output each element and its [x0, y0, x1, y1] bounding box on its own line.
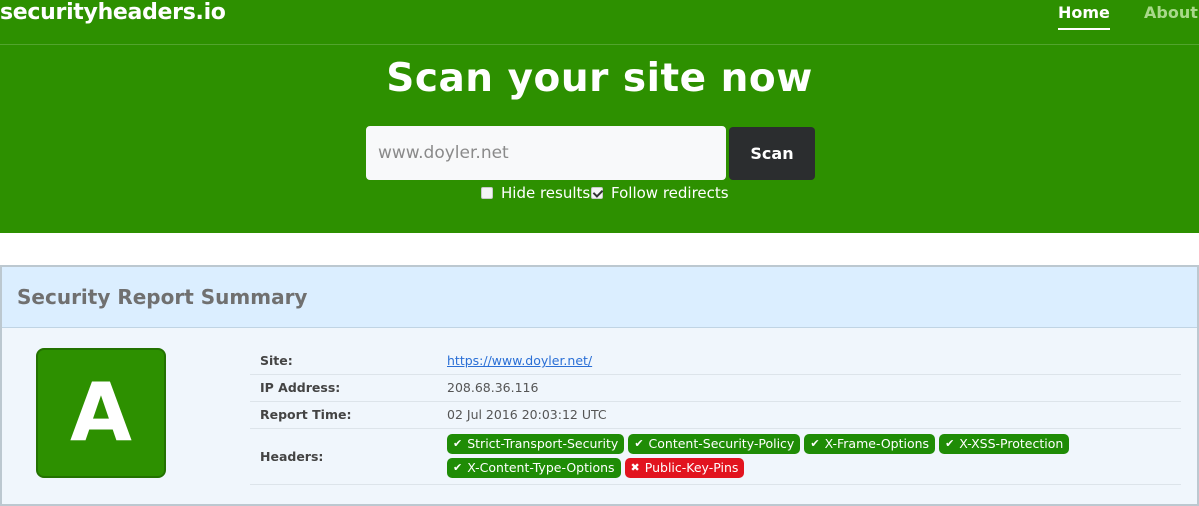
- report-time-value: 02 Jul 2016 20:03:12 UTC: [437, 401, 1181, 429]
- check-icon: ✔: [810, 437, 820, 450]
- ip-value: 208.68.36.116: [437, 374, 1181, 402]
- headers-label: Headers:: [250, 428, 437, 485]
- headers-value-cell: ✔ Strict-Transport-Security ✔ Content-Secur…: [437, 428, 1181, 485]
- hide-results-label: Hide results: [501, 184, 591, 202]
- header-badge[interactable]: ✖ Public-Key-Pins: [624, 458, 745, 478]
- security-report-panel: Security Report Summary A Site: https://…: [0, 265, 1199, 506]
- top-navbar: securityheaders.io Home About: [0, 0, 1199, 45]
- follow-redirects-option[interactable]: Follow redirects: [591, 184, 729, 202]
- header-badge-label: X-Content-Type-Options: [467, 460, 615, 475]
- report-time-label: Report Time:: [250, 401, 437, 429]
- report-summary-table: Site: https://www.doyler.net/ IP Address…: [250, 348, 1181, 485]
- nav-about-link[interactable]: About: [1144, 3, 1198, 23]
- header-badge[interactable]: ✔ X-Content-Type-Options: [447, 458, 621, 478]
- page-title: Scan your site now: [386, 56, 813, 101]
- table-row-ip: IP Address: 208.68.36.116: [250, 374, 1181, 402]
- panel-title: Security Report Summary: [17, 285, 308, 309]
- follow-redirects-checkbox[interactable]: [591, 187, 603, 199]
- site-link[interactable]: https://www.doyler.net/: [447, 353, 592, 368]
- check-icon: ✔: [453, 437, 463, 450]
- grade-badge: A: [36, 348, 166, 478]
- header-badge[interactable]: ✔ Strict-Transport-Security: [447, 434, 625, 454]
- nav-home-link[interactable]: Home: [1058, 3, 1110, 30]
- ip-label: IP Address:: [250, 374, 437, 402]
- header-badges: ✔ Strict-Transport-Security ✔ Content-Secur…: [447, 432, 1087, 480]
- header-badge[interactable]: ✔ X-XSS-Protection: [939, 434, 1070, 454]
- header-badge-label: Content-Security-Policy: [648, 436, 795, 451]
- header-badge-label: Strict-Transport-Security: [467, 436, 619, 451]
- site-value-cell: https://www.doyler.net/: [437, 348, 1181, 375]
- url-search-input[interactable]: [366, 126, 726, 180]
- brand-logo-link[interactable]: securityheaders.io: [0, 0, 226, 28]
- header-badge[interactable]: ✔ Content-Security-Policy: [628, 434, 801, 454]
- hero-banner: securityheaders.io Home About Scan your …: [0, 0, 1199, 233]
- hide-results-option[interactable]: Hide results: [481, 184, 590, 202]
- header-badge-label: Public-Key-Pins: [644, 460, 739, 475]
- check-icon: ✔: [945, 437, 955, 450]
- header-badge[interactable]: ✔ X-Frame-Options: [804, 434, 936, 454]
- table-row-site: Site: https://www.doyler.net/: [250, 348, 1181, 375]
- follow-redirects-label: Follow redirects: [611, 184, 729, 202]
- cross-icon: ✖: [630, 461, 640, 474]
- scan-button[interactable]: Scan: [729, 127, 815, 180]
- check-icon: ✔: [634, 437, 644, 450]
- check-icon: ✔: [453, 461, 463, 474]
- panel-heading: Security Report Summary: [2, 267, 1197, 328]
- header-badge-label: X-Frame-Options: [824, 436, 930, 451]
- table-row-report-time: Report Time: 02 Jul 2016 20:03:12 UTC: [250, 401, 1181, 429]
- site-label: Site:: [250, 348, 437, 375]
- header-badge-label: X-XSS-Protection: [959, 436, 1064, 451]
- table-row-headers: Headers: ✔ Strict-Transport-Security ✔ Cont…: [250, 428, 1181, 485]
- hide-results-checkbox[interactable]: [481, 187, 493, 199]
